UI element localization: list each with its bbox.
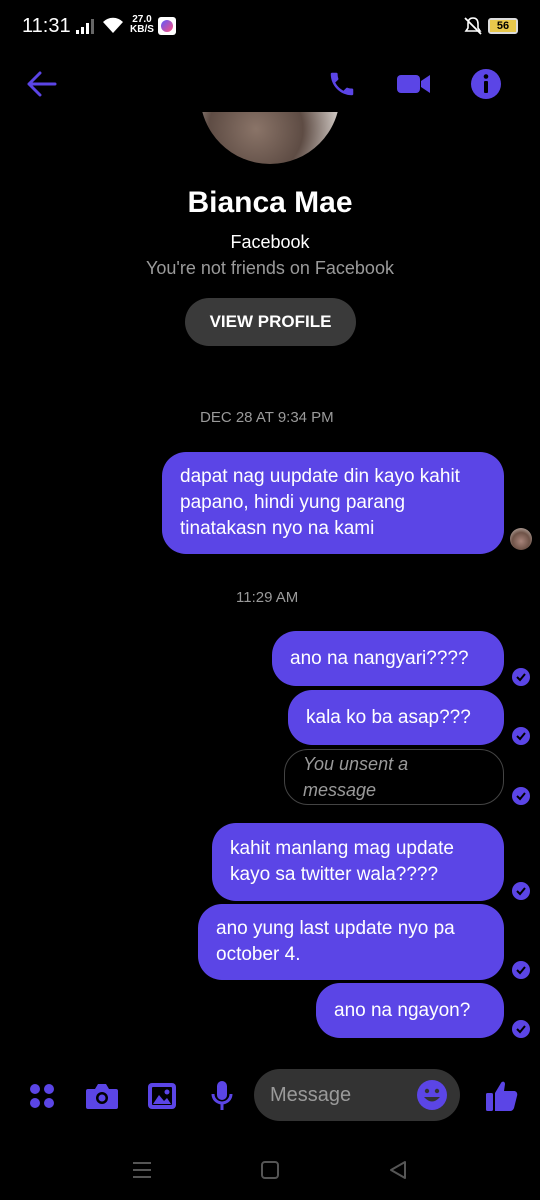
message-input[interactable]: [270, 1069, 410, 1121]
profile-network: Facebook: [230, 232, 310, 252]
message-input-container[interactable]: [254, 1069, 460, 1121]
message-text: kala ko ba asap???: [306, 706, 471, 728]
battery-indicator: 56: [488, 18, 518, 34]
delivered-check-icon: [512, 727, 530, 745]
network-speed: 27.0 KB/S: [130, 15, 154, 35]
thumbs-up-icon: [486, 1081, 518, 1111]
info-button[interactable]: [468, 66, 504, 102]
status-time: 11:31: [22, 15, 71, 37]
microphone-icon: [211, 1081, 233, 1110]
back-button[interactable]: [24, 66, 60, 102]
home-button[interactable]: [258, 1158, 282, 1182]
timestamp: 11:29 AM: [236, 589, 299, 606]
friendship-status: You're not friends on Facebook: [146, 258, 394, 278]
message-text: kahit manlang mag update kayo sa twitter…: [230, 838, 454, 885]
message-bubble[interactable]: dapat nag uupdate din kayo kahit papano,…: [162, 452, 504, 554]
view-profile-button[interactable]: VIEW PROFILE: [185, 298, 356, 346]
message-text: dapat nag uupdate din kayo kahit papano,…: [180, 466, 460, 539]
unsent-message-bubble[interactable]: You unsent a message: [284, 749, 504, 805]
message-text: ano yung last update nyo pa october 4.: [216, 918, 455, 965]
message-text: ano na ngayon?: [334, 999, 471, 1021]
seen-avatar: [510, 528, 532, 550]
delivered-check-icon: [512, 787, 530, 805]
system-back-button[interactable]: [386, 1158, 410, 1182]
recent-apps-button[interactable]: [130, 1158, 154, 1182]
message-bubble[interactable]: ano na nangyari????: [272, 631, 504, 686]
apps-icon: [30, 1084, 54, 1108]
message-composer: [0, 1064, 540, 1130]
voice-button[interactable]: [202, 1076, 242, 1116]
message-text: You unsent a message: [303, 754, 409, 800]
gallery-button[interactable]: [142, 1076, 182, 1116]
call-button[interactable]: [324, 66, 360, 102]
home-icon: [261, 1161, 279, 1179]
delivered-check-icon: [512, 668, 530, 686]
message-bubble[interactable]: ano na ngayon?: [316, 983, 504, 1038]
info-icon: [471, 69, 501, 99]
profile-name: Bianca Mae: [187, 186, 353, 219]
message-bubble[interactable]: ano yung last update nyo pa october 4.: [198, 904, 504, 980]
message-text: ano na nangyari????: [290, 647, 469, 669]
message-bubble[interactable]: kala ko ba asap???: [288, 690, 504, 745]
delivered-check-icon: [512, 961, 530, 979]
camera-icon: [86, 1084, 118, 1109]
phone-icon: [330, 72, 354, 96]
system-navigation-bar: [0, 1140, 540, 1200]
battery-level: 56: [496, 20, 510, 32]
video-camera-icon: [397, 75, 430, 93]
back-arrow-icon: [27, 71, 57, 97]
camera-button[interactable]: [82, 1076, 122, 1116]
wifi-icon: [103, 17, 123, 33]
back-icon: [390, 1161, 406, 1179]
messenger-notification-icon: [158, 17, 176, 35]
gallery-icon: [148, 1083, 176, 1109]
delivered-check-icon: [512, 1020, 530, 1038]
recent-apps-icon: [133, 1162, 151, 1178]
video-call-button[interactable]: [396, 66, 432, 102]
profile-avatar[interactable]: [200, 112, 340, 164]
mute-icon: [464, 17, 482, 35]
status-bar: 11:31 27.0 KB/S 56: [0, 0, 540, 56]
delivered-check-icon: [512, 882, 530, 900]
chat-header: [0, 56, 540, 112]
emoji-icon[interactable]: [416, 1079, 448, 1111]
message-bubble[interactable]: kahit manlang mag update kayo sa twitter…: [212, 823, 504, 901]
like-button[interactable]: [482, 1076, 522, 1116]
network-speed-unit: KB/S: [130, 24, 154, 35]
apps-button[interactable]: [22, 1076, 62, 1116]
timestamp: DEC 28 AT 9:34 PM: [200, 409, 334, 426]
signal-icon: [76, 19, 94, 34]
